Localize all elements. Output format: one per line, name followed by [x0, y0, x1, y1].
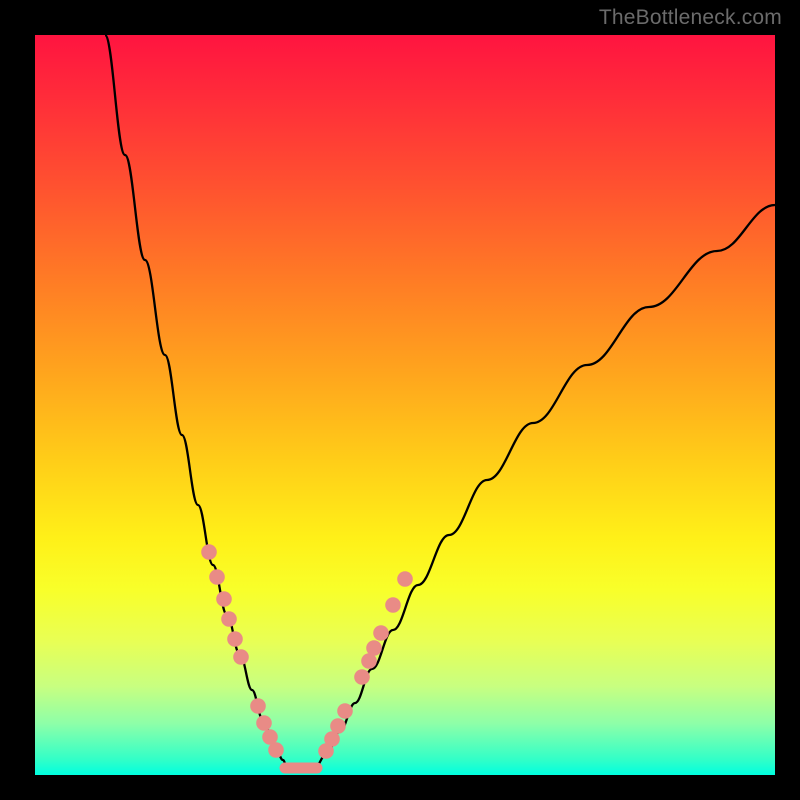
- curve-dot: [250, 698, 266, 714]
- curve-dot: [227, 631, 243, 647]
- outer-frame: TheBottleneck.com: [0, 0, 800, 800]
- curve-dot: [233, 649, 249, 665]
- curve-dot: [330, 718, 346, 734]
- curve-dot: [385, 597, 401, 613]
- curve-dot: [256, 715, 272, 731]
- left-curve: [105, 35, 287, 767]
- plot-area: [35, 35, 775, 775]
- curve-dot: [209, 569, 225, 585]
- curve-dot: [268, 742, 284, 758]
- chart-svg: [35, 35, 775, 775]
- right-curve: [315, 205, 775, 767]
- curve-dot: [397, 571, 413, 587]
- curve-dot: [373, 625, 389, 641]
- left-curve-dots-group: [201, 544, 284, 758]
- right-curve-dots-group: [318, 571, 413, 759]
- curve-dot: [354, 669, 370, 685]
- watermark-text: TheBottleneck.com: [599, 6, 782, 30]
- curve-dot: [337, 703, 353, 719]
- curve-dot: [221, 611, 237, 627]
- curve-dot: [216, 591, 232, 607]
- curve-dot: [366, 640, 382, 656]
- curve-dot: [201, 544, 217, 560]
